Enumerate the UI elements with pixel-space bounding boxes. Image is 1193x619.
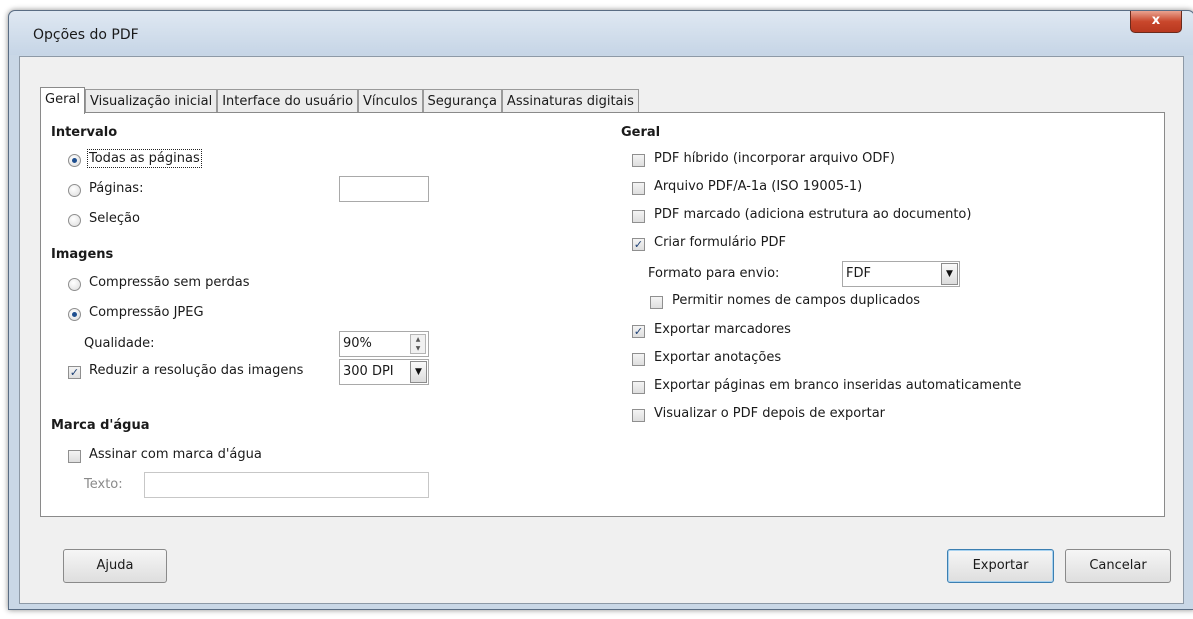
tab-seguranca[interactable]: Segurança xyxy=(422,89,502,114)
pages-input[interactable] xyxy=(339,176,429,202)
jpeg-radio[interactable] xyxy=(68,308,81,321)
export-blank-pages-checkbox[interactable] xyxy=(632,381,645,394)
export-button[interactable]: Exportar xyxy=(947,549,1054,583)
quality-spin-buttons[interactable]: ▲ ▼ xyxy=(410,334,426,354)
tab-geral[interactable]: Geral xyxy=(40,87,85,114)
submit-format-value: FDF xyxy=(846,266,871,281)
reduce-resolution-checkbox[interactable]: ✓ xyxy=(68,366,81,379)
export-bookmarks-checkbox[interactable]: ✓ xyxy=(632,325,645,338)
pages-label[interactable]: Páginas: xyxy=(89,181,143,196)
export-blank-pages-label[interactable]: Exportar páginas em branco inseridas aut… xyxy=(654,378,1021,393)
view-after-export-label[interactable]: Visualizar o PDF depois de exportar xyxy=(654,406,885,421)
marca-heading: Marca d'água xyxy=(51,418,150,433)
title-bar: Opções do PDF x xyxy=(9,11,1193,55)
pages-radio[interactable] xyxy=(68,184,81,197)
all-pages-radio[interactable] xyxy=(68,154,81,167)
intervalo-heading: Intervalo xyxy=(51,125,118,140)
tab-assinaturas-digitais[interactable]: Assinaturas digitais xyxy=(501,89,639,114)
pdf-options-dialog: Opções do PDF x Geral Visualização inici… xyxy=(8,10,1193,610)
submit-format-dropdown[interactable]: FDF ▼ xyxy=(842,261,960,287)
dialog-body: Geral Visualização inicial Interface do … xyxy=(19,56,1184,604)
export-bookmarks-label[interactable]: Exportar marcadores xyxy=(654,322,791,337)
tab-bar: Geral Visualização inicial Interface do … xyxy=(40,87,639,114)
window-title: Opções do PDF xyxy=(33,27,139,43)
tab-vinculos[interactable]: Vínculos xyxy=(358,89,423,114)
quality-spinbox[interactable]: 90% ▲ ▼ xyxy=(339,331,429,357)
chevron-down-icon[interactable]: ▼ xyxy=(941,263,958,285)
duplicate-fields-label[interactable]: Permitir nomes de campos duplicados xyxy=(672,293,920,308)
close-button[interactable]: x xyxy=(1130,11,1182,33)
watermark-text-input[interactable] xyxy=(144,472,429,498)
tab-interface-do-usuario[interactable]: Interface do usuário xyxy=(217,89,359,114)
tab-visualizacao-inicial[interactable]: Visualização inicial xyxy=(85,89,218,114)
watermark-checkbox[interactable] xyxy=(68,450,81,463)
create-form-label[interactable]: Criar formulário PDF xyxy=(654,235,786,250)
geral-heading: Geral xyxy=(621,125,661,140)
quality-value: 90% xyxy=(343,336,372,351)
tab-panel-geral: Intervalo Todas as páginas Páginas: Sele… xyxy=(40,112,1165,517)
jpeg-label[interactable]: Compressão JPEG xyxy=(89,305,204,320)
duplicate-fields-checkbox[interactable] xyxy=(650,296,663,309)
watermark-text-label: Texto: xyxy=(84,477,123,492)
selection-label[interactable]: Seleção xyxy=(89,211,140,226)
all-pages-label[interactable]: Todas as páginas xyxy=(87,149,202,168)
tagged-pdf-checkbox[interactable] xyxy=(632,210,645,223)
selection-radio[interactable] xyxy=(68,214,81,227)
spin-down-icon[interactable]: ▼ xyxy=(411,344,425,353)
export-comments-checkbox[interactable] xyxy=(632,353,645,366)
hybrid-pdf-checkbox[interactable] xyxy=(632,154,645,167)
lossless-radio[interactable] xyxy=(68,278,81,291)
spin-up-icon[interactable]: ▲ xyxy=(411,335,425,344)
create-form-checkbox[interactable]: ✓ xyxy=(632,238,645,251)
help-button[interactable]: Ajuda xyxy=(63,549,167,583)
hybrid-pdf-label[interactable]: PDF híbrido (incorporar arquivo ODF) xyxy=(654,151,895,166)
resolution-dropdown[interactable]: 300 DPI ▼ xyxy=(339,359,429,385)
submit-format-label: Formato para envio: xyxy=(648,266,780,281)
export-comments-label[interactable]: Exportar anotações xyxy=(654,350,781,365)
watermark-label[interactable]: Assinar com marca d'água xyxy=(89,447,262,462)
quality-label: Qualidade: xyxy=(84,336,155,351)
resolution-value: 300 DPI xyxy=(343,364,394,379)
pdfa-label[interactable]: Arquivo PDF/A-1a (ISO 19005-1) xyxy=(654,179,862,194)
lossless-label[interactable]: Compressão sem perdas xyxy=(89,275,250,290)
pdfa-checkbox[interactable] xyxy=(632,182,645,195)
view-after-export-checkbox[interactable] xyxy=(632,409,645,422)
reduce-resolution-label[interactable]: Reduzir a resolução das imagens xyxy=(89,363,303,378)
chevron-down-icon[interactable]: ▼ xyxy=(410,361,427,383)
imagens-heading: Imagens xyxy=(51,247,114,262)
tagged-pdf-label[interactable]: PDF marcado (adiciona estrutura ao docum… xyxy=(654,207,971,222)
cancel-button[interactable]: Cancelar xyxy=(1065,549,1171,583)
